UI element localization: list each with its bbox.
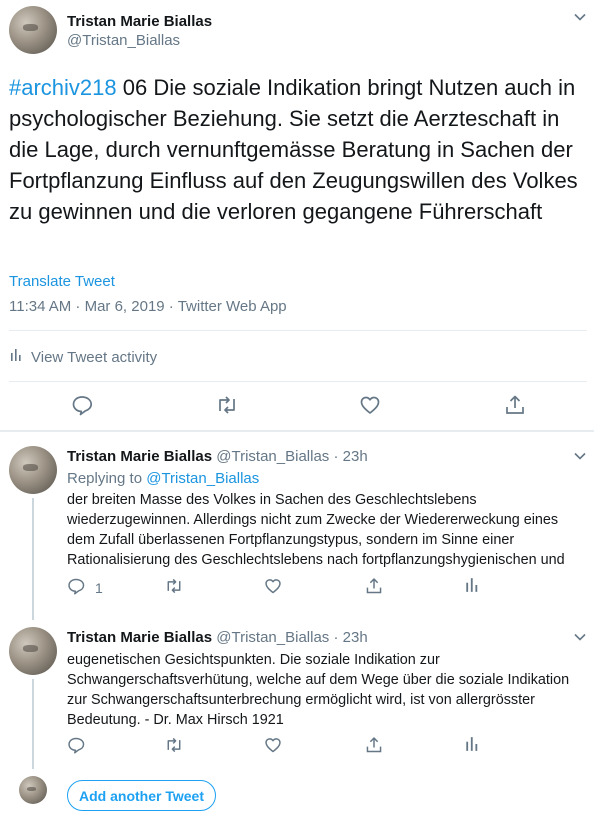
author-name[interactable]: Tristan Marie Biallas bbox=[67, 629, 212, 646]
replying-to-handle[interactable]: @Tristan_Biallas bbox=[146, 470, 259, 487]
view-activity-link[interactable]: View Tweet activity bbox=[9, 348, 157, 366]
retweet-button[interactable] bbox=[164, 736, 184, 757]
tweet-age[interactable]: · 23h bbox=[333, 448, 367, 465]
analytics-icon bbox=[464, 736, 480, 755]
retweet-icon bbox=[164, 577, 184, 598]
avatar[interactable] bbox=[9, 627, 57, 675]
author-name[interactable]: Tristan Marie Biallas bbox=[67, 448, 212, 465]
reply-button[interactable]: 1 bbox=[67, 577, 103, 598]
reply-button[interactable] bbox=[71, 394, 93, 419]
reply-count: 1 bbox=[95, 579, 103, 596]
reply-text: eugenetischen Gesichtspunkten. Die sozia… bbox=[67, 652, 570, 728]
chevron-down-icon[interactable] bbox=[573, 630, 587, 649]
reply-header: Tristan Marie Biallas @Tristan_Biallas ·… bbox=[67, 448, 368, 465]
add-another-tweet-button[interactable]: Add another Tweet bbox=[67, 780, 216, 811]
view-activity-label: View Tweet activity bbox=[31, 348, 158, 366]
divider bbox=[9, 330, 587, 331]
analytics-button[interactable] bbox=[464, 736, 480, 755]
author-name[interactable]: Tristan Marie Biallas bbox=[67, 13, 212, 30]
reply-text: der breiten Masse des Volkes in Sachen d… bbox=[67, 492, 565, 568]
reply-icon bbox=[67, 577, 85, 598]
share-button[interactable] bbox=[504, 394, 526, 419]
share-icon bbox=[504, 394, 526, 419]
like-button[interactable] bbox=[264, 736, 282, 757]
tweet-text: #archiv218 06 Die soziale Indikation bri… bbox=[9, 72, 589, 227]
tweet-meta: 11:34 AM · Mar 6, 2019 · Twitter Web App bbox=[9, 298, 287, 315]
reply-icon bbox=[67, 736, 85, 757]
author-handle[interactable]: @Tristan_Biallas bbox=[216, 629, 329, 646]
replying-to: Replying to @Tristan_Biallas bbox=[67, 470, 259, 487]
tweet-actions bbox=[0, 394, 594, 420]
thread-line bbox=[32, 498, 34, 620]
analytics-button[interactable] bbox=[464, 577, 480, 596]
avatar[interactable] bbox=[9, 446, 57, 494]
reply-icon bbox=[71, 394, 93, 419]
avatar[interactable] bbox=[19, 776, 47, 804]
reply-header: Tristan Marie Biallas @Tristan_Biallas ·… bbox=[67, 629, 368, 646]
retweet-icon bbox=[164, 736, 184, 757]
replying-to-label: Replying to bbox=[67, 470, 147, 487]
tweet-age[interactable]: · 23h bbox=[333, 629, 367, 646]
author-handle[interactable]: @Tristan_Biallas bbox=[67, 32, 180, 49]
analytics-icon bbox=[9, 348, 23, 366]
divider bbox=[0, 430, 594, 432]
reply-button[interactable] bbox=[67, 736, 85, 757]
author-handle[interactable]: @Tristan_Biallas bbox=[216, 448, 329, 465]
chevron-down-icon[interactable] bbox=[573, 449, 587, 468]
reply-actions: 1 bbox=[0, 577, 594, 599]
share-icon bbox=[365, 736, 383, 757]
like-icon bbox=[264, 736, 282, 757]
reply-actions bbox=[0, 736, 594, 758]
share-button[interactable] bbox=[365, 577, 383, 598]
like-icon bbox=[359, 394, 381, 419]
translate-tweet-link[interactable]: Translate Tweet bbox=[9, 273, 115, 290]
like-button[interactable] bbox=[359, 394, 381, 419]
avatar[interactable] bbox=[9, 6, 57, 54]
retweet-icon bbox=[215, 394, 239, 419]
divider bbox=[9, 381, 587, 382]
share-button[interactable] bbox=[365, 736, 383, 757]
chevron-down-icon[interactable] bbox=[573, 10, 587, 29]
analytics-icon bbox=[464, 577, 480, 596]
hashtag-link[interactable]: #archiv218 bbox=[9, 75, 117, 100]
retweet-button[interactable] bbox=[215, 394, 239, 419]
retweet-button[interactable] bbox=[164, 577, 184, 598]
like-icon bbox=[264, 577, 282, 598]
share-icon bbox=[365, 577, 383, 598]
like-button[interactable] bbox=[264, 577, 282, 598]
